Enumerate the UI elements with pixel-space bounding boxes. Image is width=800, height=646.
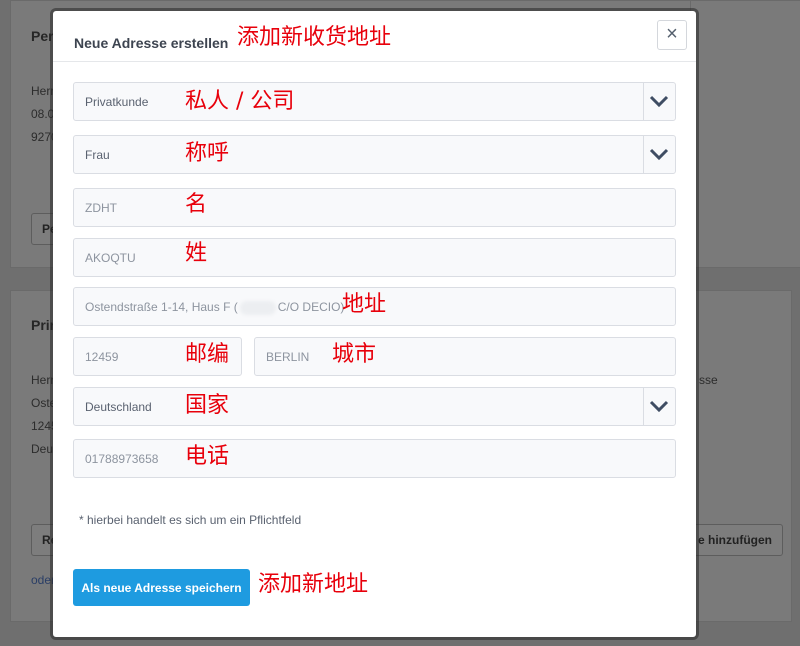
phone-field[interactable]: 01788973658	[73, 439, 676, 478]
salutation-select[interactable]: Frau	[73, 135, 676, 174]
add-address-button[interactable]: e hinzufügen	[687, 524, 783, 556]
side-card	[690, 0, 800, 268]
chevron-down-icon[interactable]	[643, 136, 675, 173]
city-annotation: 城市	[332, 342, 377, 367]
city-field[interactable]: BERLIN	[254, 337, 676, 376]
card-line: Deu	[31, 442, 54, 456]
first-name-annotation: 名	[185, 192, 208, 217]
street-value-start: Ostendstraße 1-14, Haus F (	[85, 300, 238, 314]
new-address-modal: Neue Adresse erstellen 添加新收货地址 × Privatk…	[53, 11, 696, 637]
close-button[interactable]: ×	[657, 20, 687, 50]
street-value-end: C/O DECIO)	[277, 300, 345, 314]
street-annotation: 地址	[342, 292, 387, 317]
save-annotation: 添加新地址	[258, 572, 369, 597]
or-link[interactable]: oder	[31, 573, 55, 587]
country-select[interactable]: Deutschland	[73, 387, 676, 426]
street-value: Ostendstraße 1-14, Haus F ( C/O DECIO)	[85, 288, 344, 327]
card-line: 08.0	[31, 107, 55, 121]
phone-value: 01788973658	[85, 452, 159, 466]
last-name-value: AKOQTU	[85, 251, 136, 265]
customer-type-select[interactable]: Privatkunde	[73, 82, 676, 121]
modal-title: Neue Adresse erstellen	[74, 35, 229, 51]
salutation-value: Frau	[85, 148, 110, 162]
country-value: Deutschland	[85, 400, 152, 414]
required-field-note: * hierbei handelt es sich um ein Pflicht…	[79, 513, 302, 527]
phone-annotation: 电话	[185, 444, 230, 469]
card-line: Herr	[31, 84, 55, 98]
card-line: Herr	[31, 373, 55, 387]
last-name-field[interactable]: AKOQTU	[73, 238, 676, 277]
chevron-down-icon[interactable]	[643, 388, 675, 425]
salutation-annotation: 称呼	[185, 141, 230, 166]
last-name-annotation: 姓	[185, 241, 208, 266]
close-icon: ×	[666, 23, 678, 45]
customer-type-value: Privatkunde	[85, 95, 149, 109]
customer-type-annotation: 私人 / 公司	[185, 89, 295, 114]
first-name-value: ZDHT	[85, 201, 117, 215]
right-text: sse	[699, 373, 718, 387]
save-new-address-button[interactable]: Als neue Adresse speichern	[73, 569, 250, 606]
title-annotation: 添加新收货地址	[237, 25, 392, 50]
header-divider	[53, 61, 696, 62]
zip-annotation: 邮编	[185, 342, 230, 367]
redacted-blur	[239, 300, 276, 315]
first-name-field[interactable]: ZDHT	[73, 188, 676, 227]
country-annotation: 国家	[185, 393, 230, 418]
city-value: BERLIN	[266, 350, 310, 364]
zip-value: 12459	[85, 350, 119, 364]
chevron-down-icon[interactable]	[643, 83, 675, 120]
